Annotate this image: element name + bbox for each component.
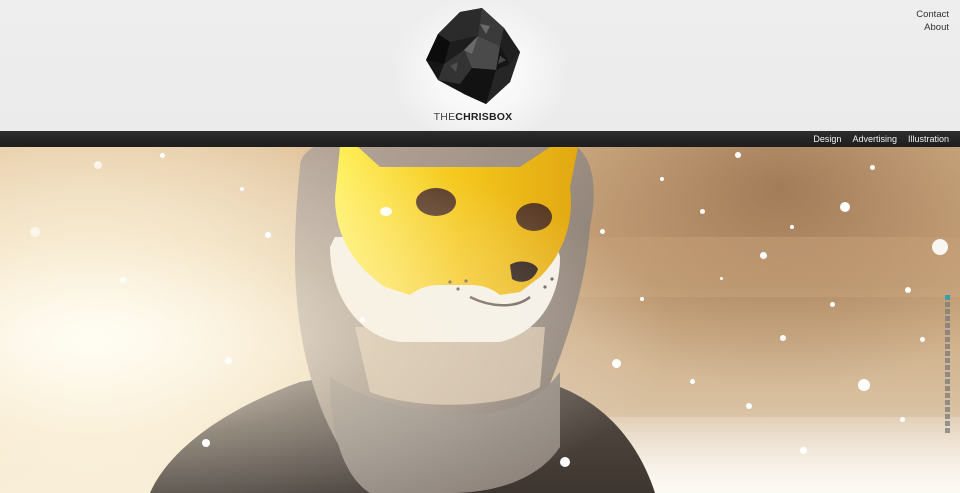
- brand-wordmark: THECHRISBOX: [420, 111, 526, 123]
- snowflake: [858, 379, 870, 391]
- snowflake: [94, 161, 102, 169]
- slide-dot[interactable]: [945, 428, 950, 433]
- snowflake: [720, 277, 723, 280]
- slide-dot[interactable]: [945, 358, 950, 363]
- nav-link-about[interactable]: About: [916, 22, 949, 35]
- slide-dot[interactable]: [945, 302, 950, 307]
- slide-dot[interactable]: [945, 295, 950, 300]
- slide-dot[interactable]: [945, 414, 950, 419]
- snowflake: [612, 359, 621, 368]
- site-logo[interactable]: THECHRISBOX: [420, 6, 540, 126]
- main-nav-bar: Design Advertising Illustration: [0, 131, 960, 147]
- snowflake: [600, 229, 605, 234]
- nav-link-illustration[interactable]: Illustration: [908, 134, 949, 144]
- cube-logo-icon: [426, 8, 520, 104]
- snowflake: [870, 165, 875, 170]
- snowflake: [225, 357, 232, 364]
- snowflake: [780, 335, 786, 341]
- hero-image-fox-mask: [0, 147, 960, 493]
- slide-dot[interactable]: [945, 421, 950, 426]
- snowflake: [830, 302, 835, 307]
- snowflake: [360, 317, 365, 322]
- brand-name-light: THE: [433, 111, 456, 123]
- snowflake: [690, 379, 695, 384]
- nav-link-design[interactable]: Design: [813, 134, 841, 144]
- slide-dot[interactable]: [945, 316, 950, 321]
- snowflake: [160, 153, 165, 158]
- snowflake: [700, 209, 705, 214]
- snowflake: [790, 225, 794, 229]
- snowflake: [760, 252, 767, 259]
- hero-slideshow[interactable]: [0, 147, 960, 493]
- slide-dot[interactable]: [945, 379, 950, 384]
- snowflake: [560, 457, 570, 467]
- slide-dot[interactable]: [945, 337, 950, 342]
- slide-dot[interactable]: [945, 365, 950, 370]
- slide-dot[interactable]: [945, 372, 950, 377]
- snowflake: [735, 152, 741, 158]
- snowflake: [800, 447, 807, 454]
- snowflake: [932, 239, 948, 255]
- snowflake: [840, 202, 850, 212]
- snowflake: [660, 177, 664, 181]
- snowflake: [640, 297, 644, 301]
- slide-dot[interactable]: [945, 386, 950, 391]
- page: THECHRISBOX Contact About Design Adverti…: [0, 0, 960, 493]
- snowflake: [380, 207, 392, 216]
- slide-dot[interactable]: [945, 309, 950, 314]
- snowflake: [905, 287, 911, 293]
- main-nav: Design Advertising Illustration: [813, 131, 949, 147]
- snowflake: [120, 277, 126, 283]
- slide-dot[interactable]: [945, 344, 950, 349]
- snowflake: [746, 403, 752, 409]
- snowflake: [30, 227, 40, 237]
- slide-dot[interactable]: [945, 400, 950, 405]
- slide-dot[interactable]: [945, 407, 950, 412]
- utility-nav: Contact About: [916, 9, 949, 34]
- snowflake: [240, 187, 244, 191]
- brand-name-bold: CHRISBOX: [455, 111, 513, 123]
- slide-dot[interactable]: [945, 330, 950, 335]
- snowflake: [920, 337, 925, 342]
- slide-indicator: [945, 295, 950, 435]
- slide-dot[interactable]: [945, 351, 950, 356]
- snowflake: [202, 439, 210, 447]
- nav-link-contact[interactable]: Contact: [916, 9, 949, 22]
- nav-link-advertising[interactable]: Advertising: [852, 134, 897, 144]
- snowflake: [900, 417, 905, 422]
- slide-dot[interactable]: [945, 393, 950, 398]
- slide-dot[interactable]: [945, 323, 950, 328]
- snowflake: [265, 232, 271, 238]
- site-header: THECHRISBOX Contact About: [0, 0, 960, 131]
